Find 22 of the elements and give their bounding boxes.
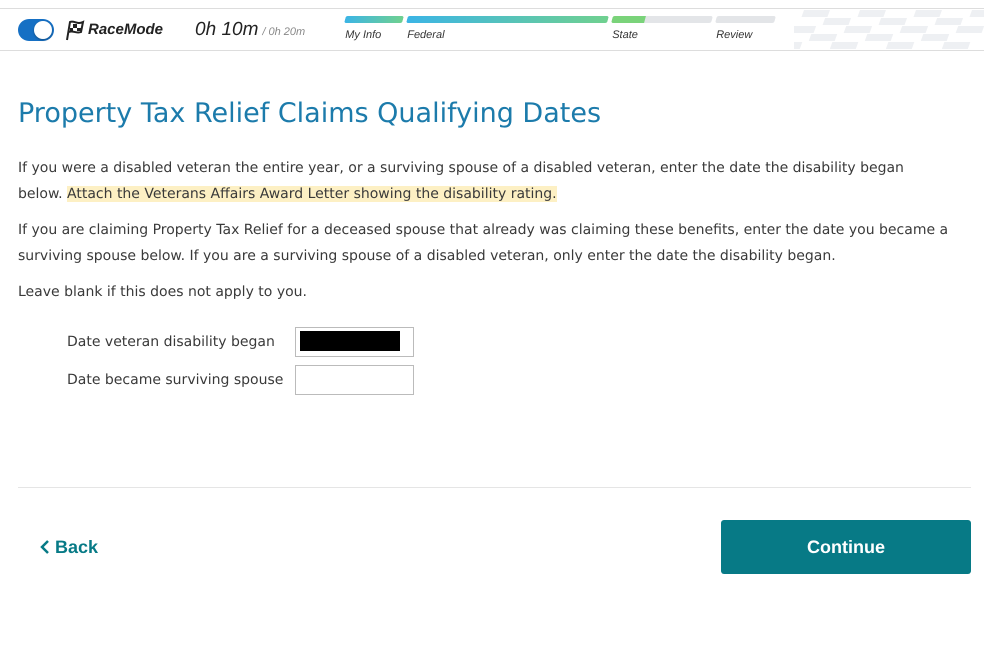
instruction-text: Leave blank if this does not apply to you. <box>18 283 308 302</box>
step-progress-bar <box>344 16 404 23</box>
chevron-left-icon <box>40 539 50 555</box>
instruction-text: If you are claiming Property Tax Relief for a deceased spouse that already was claiming these benefits, enter the date you became a surviving spouse below. If you are a surviving spouse of a disabled veteran, only enter the date the disability began. <box>18 221 949 266</box>
step-label: Review <box>716 29 754 41</box>
field-label: Date veteran disability began <box>67 334 276 350</box>
step-progress-bar <box>715 16 776 23</box>
total-time: / 0h 20m <box>262 26 306 38</box>
racemode-toggle[interactable] <box>18 18 54 40</box>
instruction-text: If you were a disabled veteran the entire year, or a surviving spouse of a disabled veteran, enter the date the disability began below. Attach the Veterans Affairs Award Letter showing the disability rating. <box>18 159 905 204</box>
step-label: My Info <box>345 29 382 41</box>
continue-button[interactable]: Continue <box>721 520 971 574</box>
date-input-field[interactable] <box>295 365 414 395</box>
back-link[interactable]: Back <box>40 536 98 558</box>
brand-name: RaceMode <box>88 21 164 38</box>
page-title: Property Tax Relief Claims Qualifying Dates <box>18 98 602 129</box>
checkered-flag-icon <box>64 18 86 40</box>
elapsed-time: 0h 10m <box>195 18 258 40</box>
field-label: Date became surviving spouse <box>67 372 284 388</box>
date-input-field[interactable] <box>295 327 414 357</box>
step-label: Federal <box>407 29 446 41</box>
step-label: State <box>612 29 639 41</box>
